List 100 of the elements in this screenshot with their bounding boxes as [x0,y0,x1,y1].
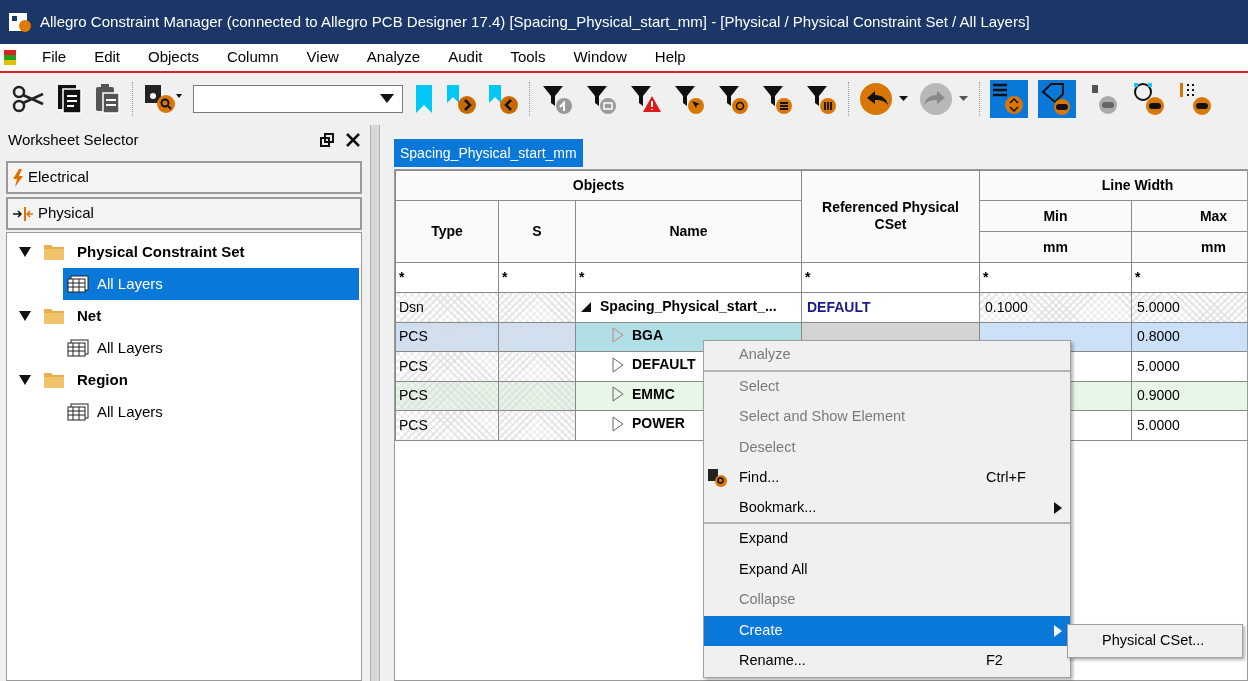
menu-item[interactable]: Help [640,44,700,71]
folder-icon [43,307,65,325]
table-cell: DEFAULT [801,292,980,322]
menu-label: Find... [739,468,781,488]
column-group-header: Objects [395,170,802,201]
row-name: BGA [632,325,664,345]
menu-item[interactable]: Tools [496,44,560,71]
submenu-arrow-icon [1054,624,1062,637]
expanded-icon[interactable] [19,375,31,385]
collapsed-icon[interactable] [612,356,624,373]
category-button[interactable]: Physical [6,197,362,230]
filter-cell[interactable]: * [979,262,1132,293]
toggle-rows-icon[interactable] [990,80,1028,118]
previous-bookmark-icon[interactable] [487,83,519,115]
table-cell: PCS [395,322,499,352]
menu-label: Bookmark... [739,497,818,517]
tree-item[interactable]: All Layers [63,396,359,428]
tree-label: Region [77,369,128,390]
table-cell: 5.0000 [1131,292,1247,322]
menu-item[interactable]: Objects [134,44,213,71]
redo-icon[interactable] [919,82,969,116]
paste-icon[interactable] [94,83,122,115]
table-cell[interactable]: Spacing_Physical_start_... [575,292,802,322]
tree-label: Net [77,305,102,326]
menu-item[interactable]: Window [559,44,641,71]
shortcut-label: Ctrl+F [986,468,1027,488]
tree-label: All Layers [97,273,163,294]
menu-item[interactable]: Analyze [352,44,435,71]
tree-item[interactable]: All Layers [63,268,359,300]
menu-item[interactable]: Find... Ctrl+F [704,463,1070,494]
menu-item[interactable]: View [292,44,353,71]
close-icon[interactable] [346,133,360,147]
column-header[interactable]: S [498,200,576,263]
grid-toggle-icon[interactable] [1178,81,1214,117]
table-cell: PCS [395,410,499,440]
unit-header: mm [979,231,1132,263]
column-group-header: Line Width [979,170,1247,201]
filter-cell[interactable]: * [498,262,576,293]
menu-label: Collapse [739,590,797,610]
collapsed-icon[interactable] [612,415,624,432]
menu-item[interactable]: Physical CSet... [1068,626,1242,656]
column-header[interactable]: Name [575,200,802,263]
menu-item[interactable]: Create [704,615,1070,646]
row-name: Spacing_Physical_start_... [600,297,777,316]
filter-cell[interactable]: * [801,262,980,293]
search-combobox[interactable] [193,85,403,113]
menu-label: Deselect [739,437,797,457]
tree-item[interactable]: Physical Constraint Set [7,236,361,268]
submenu-arrow-icon [1054,501,1062,514]
menu-item[interactable]: Expand All [704,554,1070,585]
scissors-icon[interactable] [12,84,46,114]
menu-item[interactable]: Edit [80,44,135,71]
filter-cell[interactable]: * [395,262,499,293]
unit-header: mm [1131,231,1247,263]
menu-label: Rename... [739,651,807,671]
next-bookmark-icon[interactable] [445,83,477,115]
menu-label: Expand All [739,559,809,579]
table-cell: PCS [395,351,499,381]
filter-cell[interactable]: * [575,262,802,293]
dropdown-caret-icon[interactable] [380,94,394,104]
tag-toggle-icon[interactable] [1038,80,1076,118]
column-header[interactable]: Type [395,200,499,263]
float-icon[interactable] [320,133,334,147]
find-icon[interactable] [143,82,183,116]
expanded-icon[interactable] [580,300,592,313]
table-icon [67,403,89,421]
column-header[interactable]: Referenced Physical CSet [801,170,980,263]
menu-item[interactable]: Rename... F2 [704,646,1070,677]
menu-item[interactable]: Column [212,44,293,71]
category-button[interactable]: Electrical [6,161,362,194]
undo-icon[interactable] [859,82,909,116]
tree-label: Physical Constraint Set [77,241,245,262]
table-icon [67,339,89,357]
menu-label: Expand [739,529,790,549]
tree-item[interactable]: All Layers [63,332,359,364]
table-cell: 0.1000 [979,292,1132,322]
table-cell: Dsn [395,292,499,322]
copy-icon[interactable] [56,83,84,115]
find-icon [707,468,729,489]
worksheet-tab[interactable]: Spacing_Physical_start_mm [394,139,583,167]
menu-item[interactable]: Bookmark... [704,493,1070,524]
shortcut-label: F2 [986,651,1004,671]
tree-item[interactable]: Net [7,300,361,332]
tree-label: All Layers [97,401,163,422]
row-name: EMMC [632,384,675,404]
column-header[interactable]: Min [979,200,1132,232]
menu-item[interactable]: Expand [704,524,1070,555]
menu-item[interactable]: Audit [434,44,497,71]
tree-item[interactable]: Region [7,364,361,396]
row-name: POWER [632,414,685,433]
app-menu-icon[interactable] [4,47,16,68]
folder-icon [43,371,65,389]
panel-title: Worksheet Selector [8,129,139,150]
menu-item[interactable]: File [28,44,81,71]
column-header[interactable]: Max [1131,200,1247,232]
menu-label: Create [739,620,784,640]
expanded-icon[interactable] [19,247,31,257]
collapsed-icon[interactable] [612,386,624,402]
row-name: DEFAULT [632,355,696,374]
expanded-icon[interactable] [19,311,31,321]
